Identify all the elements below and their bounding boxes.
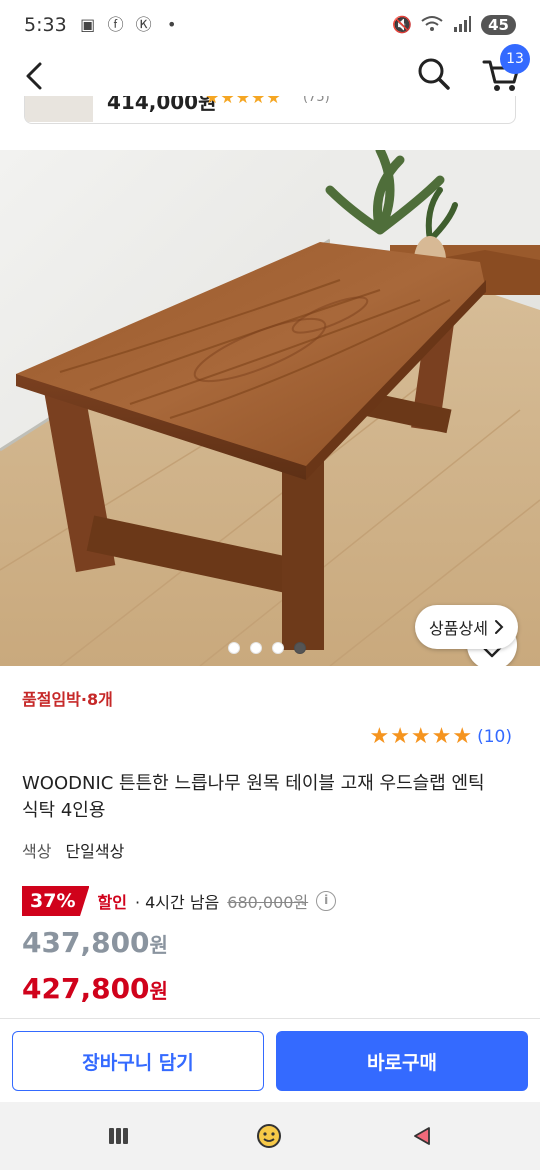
status-bar: 5:33 ▣ ⓕ Ⓚ • 🔇 45: [0, 0, 540, 50]
system-navigation-bar: [0, 1102, 540, 1170]
product-detail-label: 상품상세: [429, 619, 488, 638]
more-notifications-dot: •: [166, 15, 177, 34]
option-row: 색상 단일색상: [22, 838, 124, 862]
option-value: 단일색상: [65, 842, 125, 861]
final-price-value: 427,800: [22, 972, 150, 1005]
mini-product-thumbnail: [25, 96, 93, 122]
mini-product-strip[interactable]: 414,000원 ★★★★★ (75): [24, 96, 516, 124]
back-icon: [26, 62, 42, 90]
review-count-link[interactable]: (10): [477, 727, 512, 747]
buy-now-button[interactable]: 바로구매: [276, 1031, 528, 1091]
app-notification-icon: Ⓚ: [135, 15, 152, 34]
mini-product-price: 414,000원: [107, 96, 217, 114]
rating-row[interactable]: ★★★★★ (10): [369, 724, 512, 749]
product-photo: [0, 150, 540, 666]
chevron-right-icon: [494, 620, 504, 634]
mini-product-stars: ★★★★★: [205, 96, 282, 107]
product-title: WOODNIC 튼튼한 느릅나무 원목 테이블 고재 우드슬랩 엔틱 식탁 4인…: [22, 773, 485, 821]
recent-apps-icon: [109, 1128, 128, 1144]
wifi-icon: [421, 15, 443, 35]
currency-unit: 원: [149, 979, 168, 1003]
coupon-price: 437,800원: [22, 926, 168, 959]
home-button[interactable]: [253, 1120, 285, 1152]
rating-stars: ★★★★★: [369, 724, 474, 749]
option-label: 색상: [22, 842, 52, 861]
product-image-gallery[interactable]: [0, 150, 540, 666]
mini-product-review-count: (75): [303, 96, 330, 105]
coupon-price-value: 437,800: [22, 926, 150, 959]
search-icon: [418, 58, 450, 90]
top-header: [0, 50, 540, 102]
status-notification-icons: ▣ ⓕ Ⓚ •: [77, 15, 183, 35]
original-price: 680,000원: [227, 893, 309, 912]
currency-unit: 원: [149, 933, 168, 957]
stock-notice: 품절임박·8개: [22, 690, 113, 709]
search-button[interactable]: [414, 54, 454, 94]
gallery-pagination: [228, 642, 306, 654]
info-icon[interactable]: i: [316, 891, 337, 911]
time-left-text: · 4시간 남음: [134, 893, 220, 912]
product-detail-button[interactable]: 상품상세: [415, 605, 518, 649]
cart-count-badge: 13: [500, 44, 530, 74]
screenshot-icon: ▣: [80, 15, 96, 34]
nav-back-icon: [414, 1127, 430, 1145]
discount-row: 37% 할인 · 4시간 남음 680,000원 i: [22, 886, 337, 916]
gallery-dot[interactable]: [250, 642, 262, 654]
gallery-dot[interactable]: [272, 642, 284, 654]
mute-icon: 🔇: [392, 15, 413, 34]
nav-back-button[interactable]: [406, 1120, 438, 1152]
battery-indicator: 45: [481, 15, 516, 35]
facebook-icon: ⓕ: [107, 15, 124, 34]
final-price: 427,800원: [22, 972, 168, 1005]
add-to-cart-button[interactable]: 장바구니 담기: [12, 1031, 264, 1091]
back-button[interactable]: [18, 56, 52, 96]
discount-label: 할인: [97, 893, 127, 912]
recent-apps-button[interactable]: [103, 1120, 135, 1152]
signal-icon: [451, 15, 473, 35]
bottom-action-bar: 장바구니 담기 바로구매: [0, 1018, 540, 1102]
gallery-dot-active[interactable]: [294, 642, 306, 654]
discount-percent-badge: 37%: [22, 886, 90, 916]
gallery-dot[interactable]: [228, 642, 240, 654]
status-time: 5:33: [24, 14, 67, 36]
home-icon: [257, 1124, 281, 1148]
